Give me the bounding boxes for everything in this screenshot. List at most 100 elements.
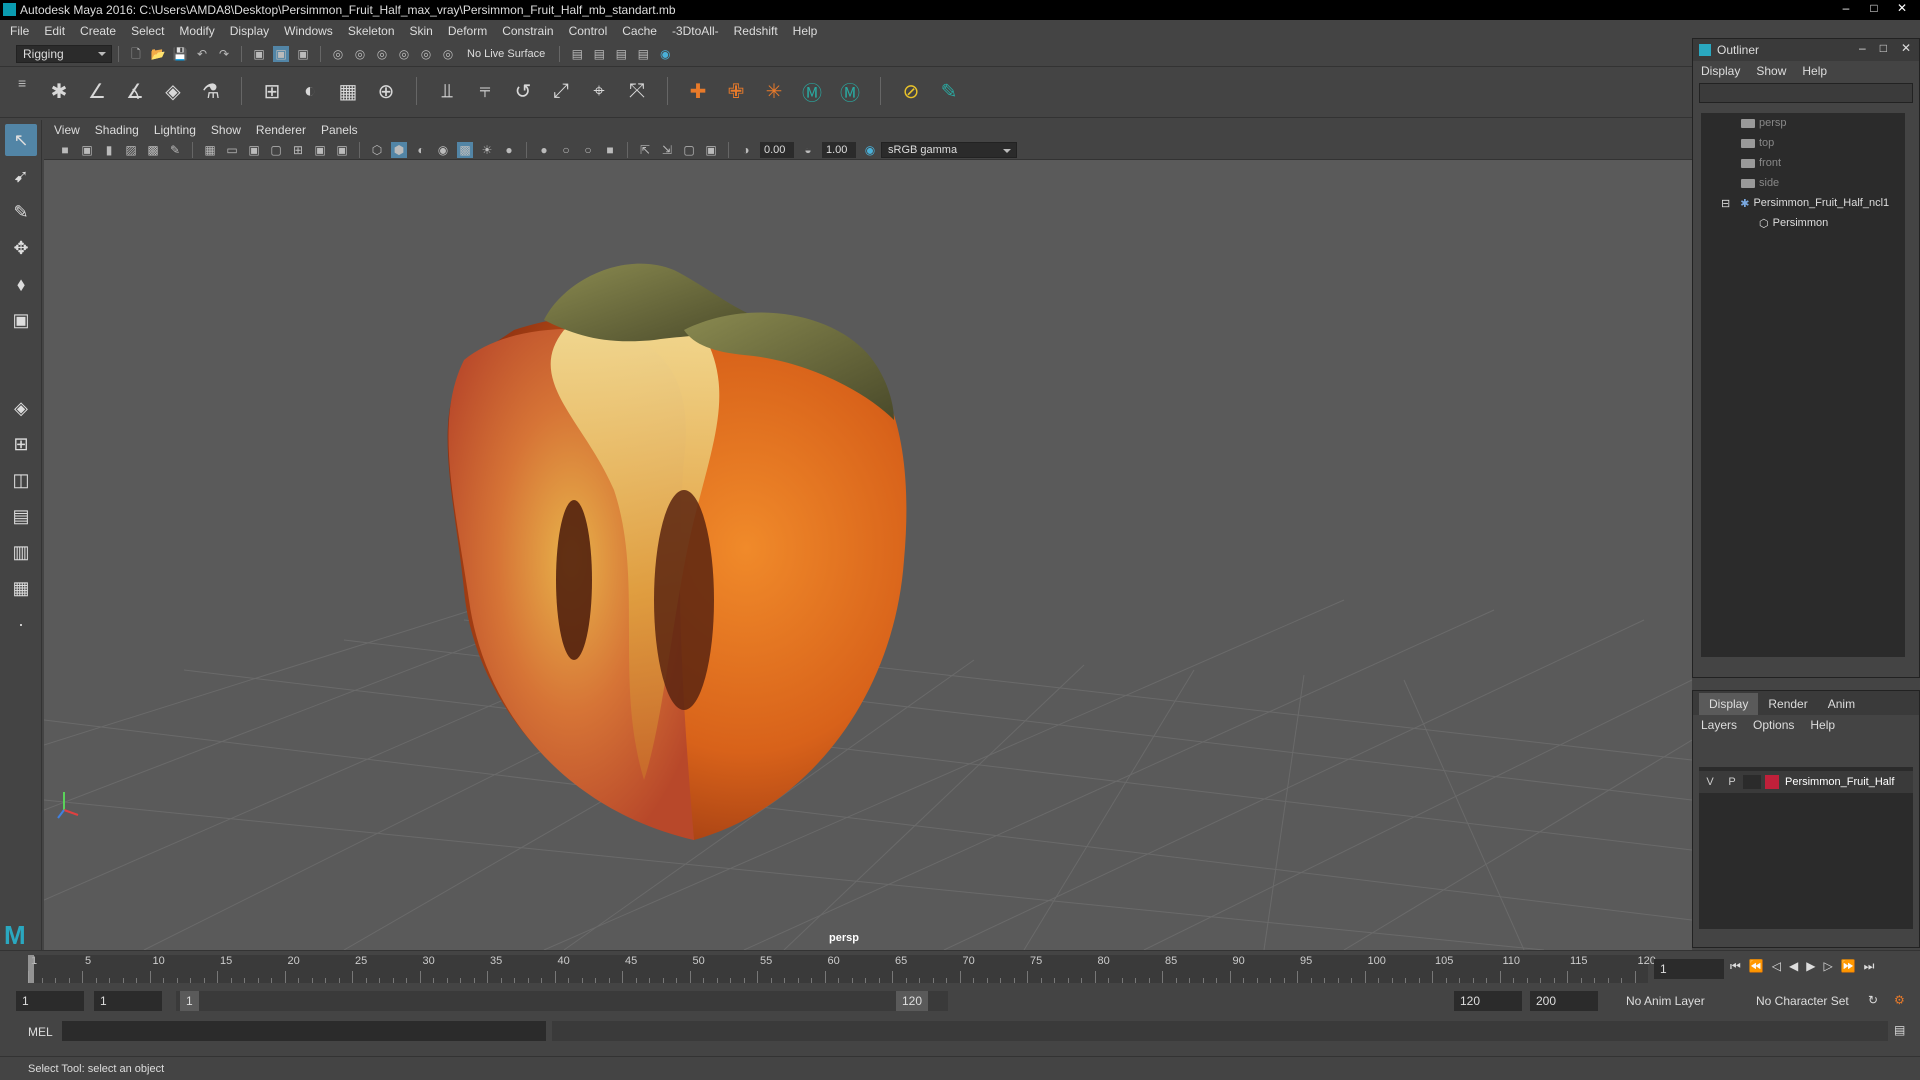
outliner-menu-display[interactable]: Display	[1701, 64, 1740, 78]
outliner-item-side[interactable]: side	[1701, 173, 1905, 193]
render-settings-icon[interactable]: ▤	[569, 46, 585, 62]
redo-icon[interactable]: ↷	[216, 46, 232, 62]
xray-icon[interactable]: ○	[558, 142, 574, 158]
layers-menu-help[interactable]: Help	[1810, 718, 1835, 732]
gate-mask-icon[interactable]: ▢	[268, 142, 284, 158]
smooth-shade-icon[interactable]: ⬢	[391, 141, 407, 158]
outliner-minimize-icon[interactable]: –	[1859, 41, 1866, 55]
auto-key-icon[interactable]: ↻	[1868, 993, 1878, 1007]
ik-handle-icon[interactable]: ∠	[83, 77, 111, 105]
time-slider[interactable]: 1 5 10 15 20 25 30 35 40 45 50 55 60 65 70 75 80 85 90 95 10…	[0, 950, 1920, 986]
exposure-field[interactable]: 0.00	[760, 141, 794, 158]
layers-menu-options[interactable]: Options	[1753, 718, 1794, 732]
layout-graph-icon[interactable]: ▥	[5, 536, 37, 568]
play-back-icon[interactable]: ◀	[1789, 959, 1798, 974]
go-to-start-icon[interactable]: ⏮	[1730, 959, 1741, 974]
viewport-panel[interactable]: View Shading Lighting Show Renderer Pane…	[44, 120, 1692, 950]
cluster-icon[interactable]: ⊞	[258, 77, 286, 105]
hik-icon[interactable]: Ⓜ	[798, 77, 826, 105]
grid-toggle-icon[interactable]: ▦	[202, 142, 218, 158]
layout-custom-icon[interactable]: ·	[5, 608, 37, 640]
menu-display[interactable]: Display	[230, 24, 269, 38]
hik-control-icon[interactable]: Ⓜ	[836, 77, 864, 105]
menu-3dtoall[interactable]: -3DtoAll-	[672, 24, 719, 38]
menu-help[interactable]: Help	[793, 24, 818, 38]
default-lighting-icon[interactable]: ◐	[413, 142, 429, 158]
play-forward-icon[interactable]: ▶	[1806, 959, 1815, 974]
outliner-search-input[interactable]	[1699, 83, 1913, 103]
star-locator-icon[interactable]: ✳	[760, 77, 788, 105]
range-start-handle[interactable]: 1	[180, 991, 199, 1011]
resolution-gate-icon[interactable]: ▣	[246, 142, 262, 158]
menu-file[interactable]: File	[10, 24, 29, 38]
ipr-render-icon[interactable]: ▤	[613, 46, 629, 62]
gamma-field[interactable]: 1.00	[822, 141, 856, 158]
outliner-item-persp[interactable]: persp	[1701, 113, 1905, 133]
script-editor-icon[interactable]: ▤	[1894, 1023, 1905, 1037]
view-transform-icon[interactable]: ▢	[681, 142, 697, 158]
step-back-frame-icon[interactable]: ◁	[1772, 959, 1781, 974]
menu-constrain[interactable]: Constrain	[502, 24, 553, 38]
camera-select-icon[interactable]: ■	[57, 142, 73, 158]
go-to-end-icon[interactable]: ⏭	[1864, 959, 1875, 974]
locator-icon[interactable]: ✚	[684, 77, 712, 105]
use-lights-icon[interactable]: ☀	[479, 142, 495, 158]
constraint-point-icon[interactable]: ⫧	[471, 77, 499, 105]
range-end-field[interactable]: 120	[1454, 991, 1522, 1011]
xray-joints-icon[interactable]: ○	[580, 142, 596, 158]
range-slider-bar[interactable]: 1 120	[176, 991, 948, 1011]
constraint-parent-icon[interactable]: ⫫	[433, 77, 461, 105]
outliner-item-persimmon-group[interactable]: ⊟ ✱ Persimmon_Fruit_Half_ncl1	[1701, 193, 1905, 213]
bookmark-icon[interactable]: ▮	[101, 142, 117, 158]
outliner-maximize-icon[interactable]: □	[1880, 41, 1887, 55]
menu-modify[interactable]: Modify	[179, 24, 214, 38]
render-frame-icon[interactable]: ▤	[591, 46, 607, 62]
range-start-field[interactable]: 1	[94, 991, 162, 1011]
menu-set-dropdown[interactable]: Rigging	[16, 45, 112, 63]
safe-title-icon[interactable]: ▣	[334, 142, 350, 158]
command-language-label[interactable]: MEL	[28, 1025, 53, 1039]
frame-all-icon[interactable]: ⇲	[659, 142, 675, 158]
panel-menu-shading[interactable]: Shading	[95, 123, 139, 137]
save-scene-icon[interactable]: 💾	[172, 46, 188, 62]
layers-menu-layers[interactable]: Layers	[1701, 718, 1737, 732]
render-view-icon[interactable]: ▤	[635, 46, 651, 62]
menu-deform[interactable]: Deform	[448, 24, 487, 38]
joint-tool-icon[interactable]: ✱	[45, 77, 73, 105]
panel-menu-view[interactable]: View	[54, 123, 80, 137]
menu-control[interactable]: Control	[569, 24, 608, 38]
new-scene-icon[interactable]: 🗋	[128, 46, 144, 62]
lasso-tool-icon[interactable]: ➹	[5, 160, 37, 192]
collapse-icon[interactable]: ⊟	[1721, 197, 1730, 210]
paint-weights-icon[interactable]: ⚗	[197, 77, 225, 105]
select-hierarchy-icon[interactable]: ▣	[251, 46, 267, 62]
outliner-menu-show[interactable]: Show	[1756, 64, 1786, 78]
end-time-field[interactable]: 200	[1530, 991, 1598, 1011]
outliner-item-top[interactable]: top	[1701, 133, 1905, 153]
hide-icon[interactable]: ⊘	[897, 77, 925, 105]
layout-hypershade-icon[interactable]: ▦	[5, 572, 37, 604]
panel-menu-lighting[interactable]: Lighting	[154, 123, 196, 137]
maximize-icon[interactable]: □	[1862, 0, 1886, 16]
bind-skin-icon[interactable]: ◈	[159, 77, 187, 105]
constraint-aim-icon[interactable]: ⌖	[585, 77, 613, 105]
menu-create[interactable]: Create	[80, 24, 116, 38]
camera-attr-icon[interactable]: ▣	[79, 142, 95, 158]
layer-visibility[interactable]: V	[1699, 776, 1721, 788]
layer-color-swatch[interactable]	[1765, 775, 1779, 789]
outliner-close-icon[interactable]: ✕	[1901, 41, 1911, 55]
select-tool-icon[interactable]: ↖	[5, 124, 37, 156]
shelf-options-icon[interactable]: ≡	[18, 75, 26, 91]
layer-playback[interactable]: P	[1721, 776, 1743, 788]
snap-magnet-icon[interactable]: ◎	[440, 46, 456, 62]
step-forward-key-icon[interactable]: ⏩	[1841, 959, 1856, 974]
snap-point-icon[interactable]: ◎	[374, 46, 390, 62]
sculpt-icon[interactable]: ✎	[935, 77, 963, 105]
layout-four-icon[interactable]: ⊞	[5, 428, 37, 460]
outliner-menu-help[interactable]: Help	[1802, 64, 1827, 78]
select-component-icon[interactable]: ▣	[295, 46, 311, 62]
menu-select[interactable]: Select	[131, 24, 164, 38]
select-object-icon[interactable]: ▣	[273, 46, 289, 62]
persimmon-model[interactable]	[447, 263, 907, 840]
wrap-icon[interactable]: ▦	[334, 77, 362, 105]
